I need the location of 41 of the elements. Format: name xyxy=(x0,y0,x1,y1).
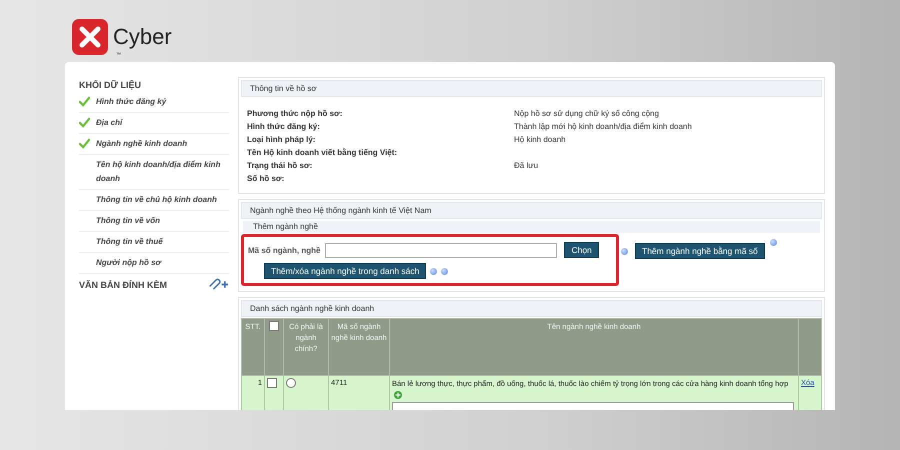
add-by-code-button[interactable]: Thêm ngành nghề bằng mã số xyxy=(635,243,765,259)
help-icon[interactable] xyxy=(621,248,628,254)
field-label: Phương thức nộp hồ sơ: xyxy=(247,109,344,118)
choose-button[interactable]: Chọn xyxy=(564,242,599,258)
attach-icon[interactable] xyxy=(207,278,229,291)
brand-name: Cyber xyxy=(113,24,172,50)
edit-list-button[interactable]: Thêm/xóa ngành nghề trong danh sách xyxy=(264,263,426,279)
sidebar-item[interactable]: Hình thức đăng ký xyxy=(79,92,229,113)
section-header: Danh sách ngành nghề kinh doanh xyxy=(241,300,822,317)
sidebar-item[interactable]: Người nộp hồ sơ xyxy=(79,253,229,274)
check-icon xyxy=(79,117,90,128)
logo-icon xyxy=(72,19,108,55)
select-all-checkbox[interactable] xyxy=(269,321,279,331)
field-value: Thành lập mới hộ kinh doanh/địa điểm kinh doanh xyxy=(514,122,693,131)
field-label: Trạng thái hồ sơ: xyxy=(247,161,314,170)
field-label: Số hồ sơ: xyxy=(247,174,286,183)
subsection-header: Thêm ngành nghề xyxy=(243,221,820,233)
sidebar-item[interactable]: Thông tin về thuế xyxy=(79,232,229,253)
sidebar-item[interactable]: Địa chỉ xyxy=(79,113,229,134)
code-field[interactable] xyxy=(325,242,558,258)
field-label: Mã số ngành, nghề xyxy=(248,246,320,254)
main-industry-radio[interactable] xyxy=(286,378,296,388)
section-header: Thông tin về hồ sơ xyxy=(241,80,822,97)
attachments-heading: VĂN BẢN ĐÍNH KÈM xyxy=(79,280,168,290)
sidebar-item[interactable]: Thông tin về vốn xyxy=(79,211,229,232)
add-icon[interactable] xyxy=(394,391,402,400)
field-label: Loại hình pháp lý: xyxy=(247,135,316,144)
help-icon[interactable] xyxy=(770,239,777,246)
check-icon xyxy=(79,138,90,149)
sidebar-heading: KHỐI DỮ LIỆU xyxy=(79,80,142,90)
sidebar-item[interactable]: Thông tin về chủ hộ kinh doanh xyxy=(79,190,229,211)
check-icon xyxy=(79,96,90,107)
row-checkbox[interactable] xyxy=(267,378,277,388)
field-value: Đã lưu xyxy=(514,161,540,170)
field-label: Tên Hộ kinh doanh viết bằng tiếng Việt: xyxy=(247,148,398,157)
field-label: Hình thức đăng ký: xyxy=(247,122,321,131)
sidebar-item[interactable]: Ngành nghề kinh doanh xyxy=(79,134,229,155)
sidebar-item[interactable]: Tên hộ kinh doanh/địa điểm kinh doanh xyxy=(79,155,229,190)
field-value: Nộp hồ sơ sử dụng chữ ký số công cộng xyxy=(514,109,660,118)
field-value: Hộ kinh doanh xyxy=(514,135,567,144)
section-header: Ngành nghề theo Hệ thống ngành kinh tế Việt Nam xyxy=(241,202,822,219)
